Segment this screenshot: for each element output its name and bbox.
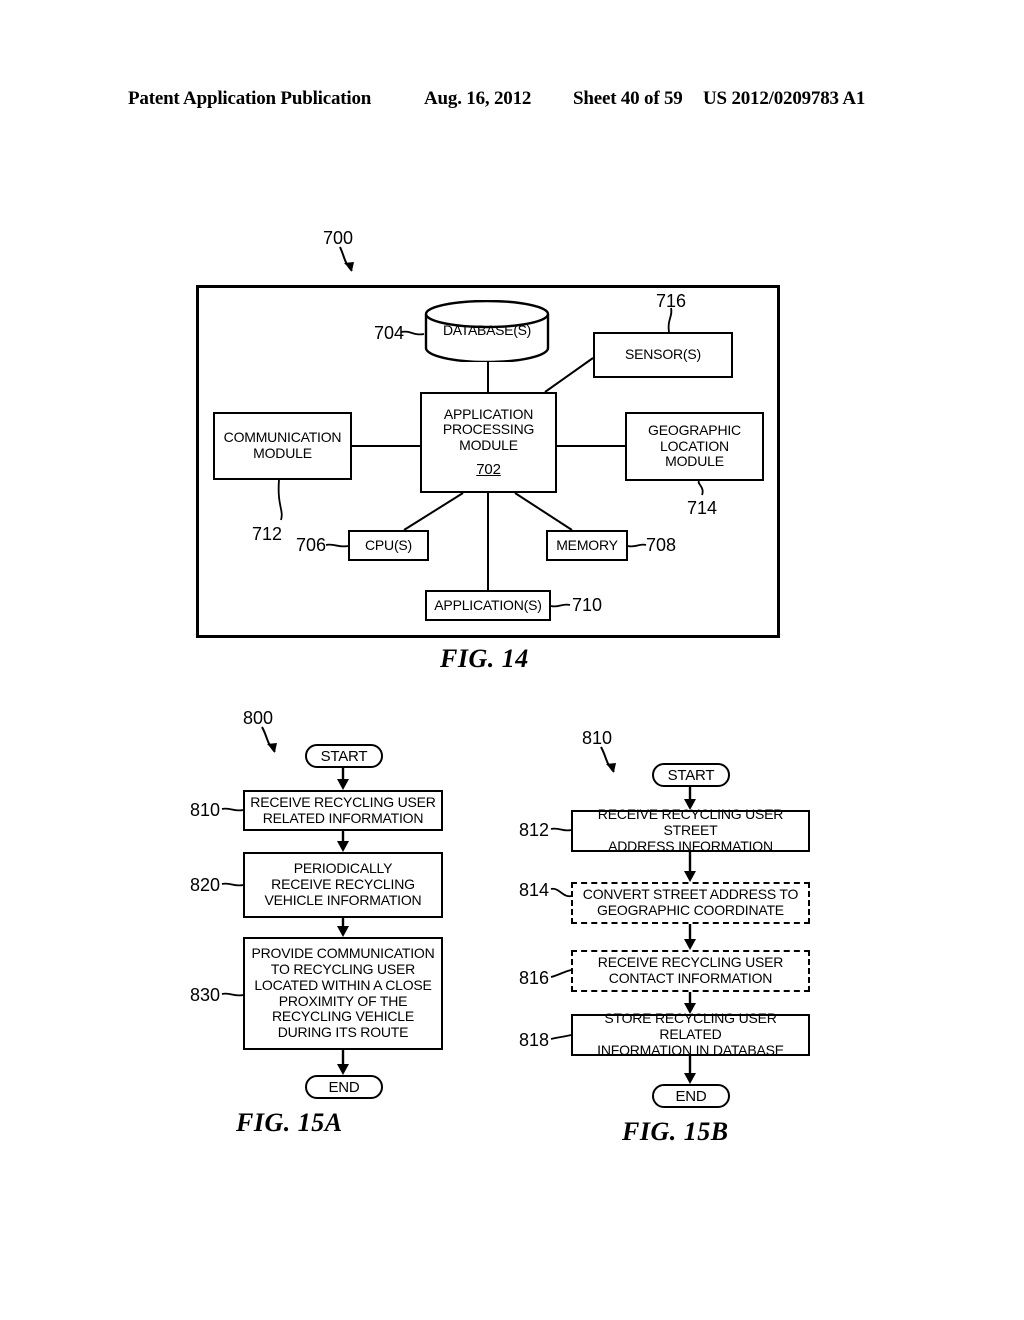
- fig15a-step-810: RECEIVE RECYCLING USER RELATED INFORMATI…: [243, 790, 443, 831]
- apm-line2: PROCESSING: [442, 421, 535, 438]
- communication-module-box: COMMUNICATION MODULE: [213, 412, 352, 480]
- geographic-location-module-box: GEOGRAPHIC LOCATION MODULE: [625, 412, 764, 481]
- ref-number-700: 700: [323, 228, 354, 248]
- apm-ref-number: 702: [476, 461, 501, 479]
- step830-line2: TO RECYCLING USER: [270, 960, 416, 977]
- step810-line2: RELATED INFORMATION: [262, 809, 424, 826]
- ref-number-716: 716: [656, 291, 687, 311]
- step818-line2: INFORMATION IN DATABASE: [597, 1041, 784, 1058]
- ref-number-810a: 810: [190, 800, 221, 820]
- fig15b-end-label: END: [675, 1087, 707, 1105]
- header-date-text: Aug. 16, 2012: [424, 88, 532, 109]
- fig15a-caption: FIG. 15A: [236, 1108, 343, 1137]
- step830-line4: PROXIMITY OF THE: [278, 992, 408, 1009]
- fig15b-start-terminator: START: [652, 763, 730, 787]
- database-label: DATABASE(S): [443, 322, 531, 338]
- step812-line1: RECEIVE RECYCLING USER STREET: [597, 806, 784, 839]
- header-sheet-text: Sheet 40 of 59: [573, 88, 683, 109]
- fig15b-caption: FIG. 15B: [622, 1117, 729, 1146]
- ref-number-800: 800: [243, 708, 274, 728]
- ref-number-710: 710: [572, 595, 603, 615]
- apm-line3: MODULE: [459, 437, 518, 454]
- step818-line1: STORE RECYCLING USER RELATED: [604, 1010, 777, 1043]
- ref-number-712: 712: [252, 524, 283, 544]
- memory-box: MEMORY: [546, 530, 628, 561]
- step810-line1: RECEIVE RECYCLING USER: [250, 793, 436, 810]
- fig15b-start-label: START: [667, 766, 715, 784]
- ref-number-704: 704: [374, 323, 405, 343]
- step816-line2: CONTACT INFORMATION: [608, 970, 773, 986]
- sensors-label: SENSOR(S): [625, 346, 701, 363]
- ref-number-812: 812: [519, 820, 550, 840]
- patent-header: Patent Application Publication Aug. 16, …: [0, 88, 1024, 114]
- ref-number-714: 714: [687, 498, 718, 518]
- applications-label: APPLICATION(S): [434, 596, 542, 613]
- ref-number-830a: 830: [190, 985, 221, 1005]
- application-processing-module-box: APPLICATION PROCESSING MODULE 702: [420, 392, 557, 493]
- ref-number-810b: 810: [582, 728, 613, 748]
- fig15b-step-812: RECEIVE RECYCLING USER STREET ADDRESS IN…: [571, 806, 810, 854]
- step816-line1: RECEIVE RECYCLING USER: [597, 954, 784, 971]
- cpus-label: CPU(S): [364, 536, 413, 553]
- fig15a-start-terminator: START: [305, 744, 383, 768]
- ref-number-818: 818: [519, 1030, 550, 1050]
- applications-box: APPLICATION(S): [425, 590, 551, 621]
- ref-number-814: 814: [519, 880, 550, 900]
- step830-line3: LOCATED WITHIN A CLOSE: [254, 976, 432, 993]
- ref-number-820a: 820: [190, 875, 221, 895]
- ref-number-708: 708: [646, 535, 677, 555]
- cpus-box: CPU(S): [348, 530, 429, 561]
- step814-line1: CONVERT STREET ADDRESS TO: [582, 886, 799, 903]
- step820-line3: VEHICLE INFORMATION: [264, 891, 422, 908]
- fig15a-end-terminator: END: [305, 1075, 383, 1099]
- memory-label: MEMORY: [556, 536, 618, 553]
- step814-line2: GEOGRAPHIC COORDINATE: [597, 902, 784, 918]
- fig15b-end-terminator: END: [652, 1084, 730, 1108]
- database-cylinder: DATABASE(S): [424, 299, 550, 364]
- fig15b-step-816: RECEIVE RECYCLING USER CONTACT INFORMATI…: [571, 950, 810, 992]
- geo-line2: LOCATION: [660, 437, 729, 454]
- fig14-caption: FIG. 14: [440, 644, 529, 673]
- step830-line1: PROVIDE COMMUNICATION: [251, 944, 435, 961]
- header-publication-number: US 2012/0209783 A1: [703, 88, 866, 109]
- comm-line1: COMMUNICATION: [223, 429, 342, 446]
- ref-number-816: 816: [519, 968, 550, 988]
- sensors-box: SENSOR(S): [593, 332, 733, 378]
- ref-number-706: 706: [296, 535, 327, 555]
- comm-line2: MODULE: [253, 445, 312, 461]
- fig15a-step-830: PROVIDE COMMUNICATION TO RECYCLING USER …: [243, 937, 443, 1050]
- header-publication-text: Patent Application Publication: [128, 88, 372, 109]
- fig15a-start-label: START: [320, 747, 368, 765]
- step820-line2: RECEIVE RECYCLING: [271, 876, 415, 893]
- step812-line2: ADDRESS INFORMATION: [608, 837, 773, 854]
- step830-line6: DURING ITS ROUTE: [277, 1024, 409, 1041]
- step830-line5: RECYCLING VEHICLE: [271, 1008, 415, 1025]
- step820-line1: PERIODICALLY: [293, 860, 393, 877]
- fig15a-step-820: PERIODICALLY RECEIVE RECYCLING VEHICLE I…: [243, 852, 443, 918]
- geo-line1: GEOGRAPHIC: [648, 421, 741, 438]
- apm-line1: APPLICATION: [443, 405, 534, 422]
- geo-line3: MODULE: [665, 453, 724, 470]
- fig15b-step-818: STORE RECYCLING USER RELATED INFORMATION…: [571, 1010, 810, 1058]
- fig15a-end-label: END: [328, 1078, 360, 1096]
- fig15b-step-814: CONVERT STREET ADDRESS TO GEOGRAPHIC COO…: [571, 882, 810, 924]
